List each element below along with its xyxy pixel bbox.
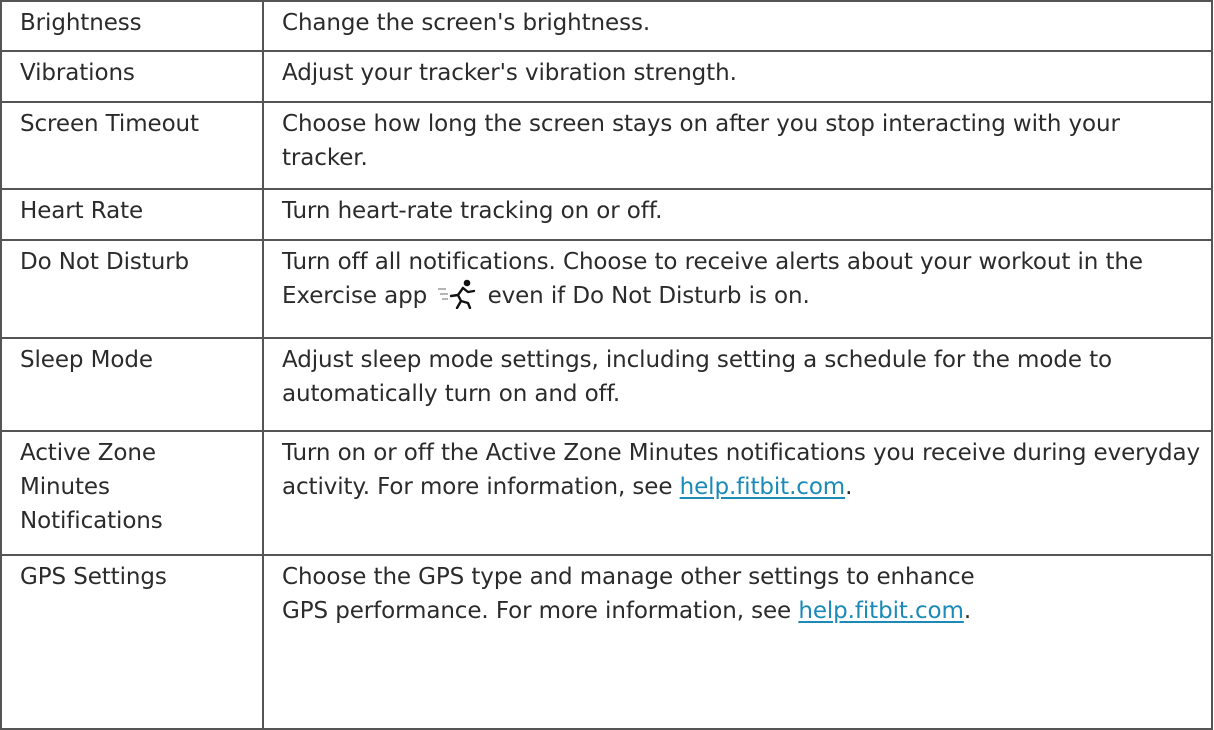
help-link[interactable]: help.fitbit.com — [798, 598, 964, 624]
setting-name-line: Active Zone — [20, 440, 156, 466]
setting-description: Choose the GPS type and manage other set… — [262, 554, 1213, 730]
table-row: Do Not Disturb Turn off all notification… — [0, 239, 1213, 339]
description-text: Choose the GPS type and manage other set… — [282, 564, 975, 590]
setting-description: Turn heart-rate tracking on or off. — [262, 188, 1213, 241]
setting-name: Do Not Disturb — [0, 239, 264, 339]
setting-description: Adjust sleep mode settings, including se… — [262, 337, 1213, 432]
table-row: Heart Rate Turn heart-rate tracking on o… — [0, 188, 1213, 241]
setting-name: Screen Timeout — [0, 101, 264, 190]
settings-table: Brightness Change the screen's brightnes… — [0, 0, 1213, 730]
help-link[interactable]: help.fitbit.com — [680, 474, 846, 500]
table-row: Brightness Change the screen's brightnes… — [0, 0, 1213, 52]
setting-description: Change the screen's brightness. — [262, 0, 1213, 52]
setting-name-line: Minutes — [20, 474, 110, 500]
setting-description: Adjust your tracker's vibration strength… — [262, 50, 1213, 103]
description-text: even if Do Not Disturb is on. — [487, 283, 810, 309]
description-text: GPS performance. For more information, s… — [282, 598, 792, 624]
setting-name: Sleep Mode — [0, 337, 264, 432]
table-row: Vibrations Adjust your tracker's vibrati… — [0, 50, 1213, 103]
setting-name-line: Notifications — [20, 508, 163, 534]
table-row: Sleep Mode Adjust sleep mode settings, i… — [0, 337, 1213, 432]
setting-description: Turn off all notifications. Choose to re… — [262, 239, 1213, 339]
description-text: . — [845, 474, 853, 500]
setting-description: Choose how long the screen stays on afte… — [262, 101, 1213, 190]
setting-name: GPS Settings — [0, 554, 264, 730]
exercise-runner-icon — [436, 279, 478, 309]
setting-name: Brightness — [0, 0, 264, 52]
table-row: Active Zone Minutes Notifications Turn o… — [0, 430, 1213, 556]
description-text: . — [963, 598, 972, 624]
setting-name: Vibrations — [0, 50, 264, 103]
setting-description: Turn on or off the Active Zone Minutes n… — [262, 430, 1213, 556]
setting-name: Active Zone Minutes Notifications — [0, 430, 264, 556]
setting-name: Heart Rate — [0, 188, 264, 241]
table-row: GPS Settings Choose the GPS type and man… — [0, 554, 1213, 730]
table-row: Screen Timeout Choose how long the scree… — [0, 101, 1213, 190]
